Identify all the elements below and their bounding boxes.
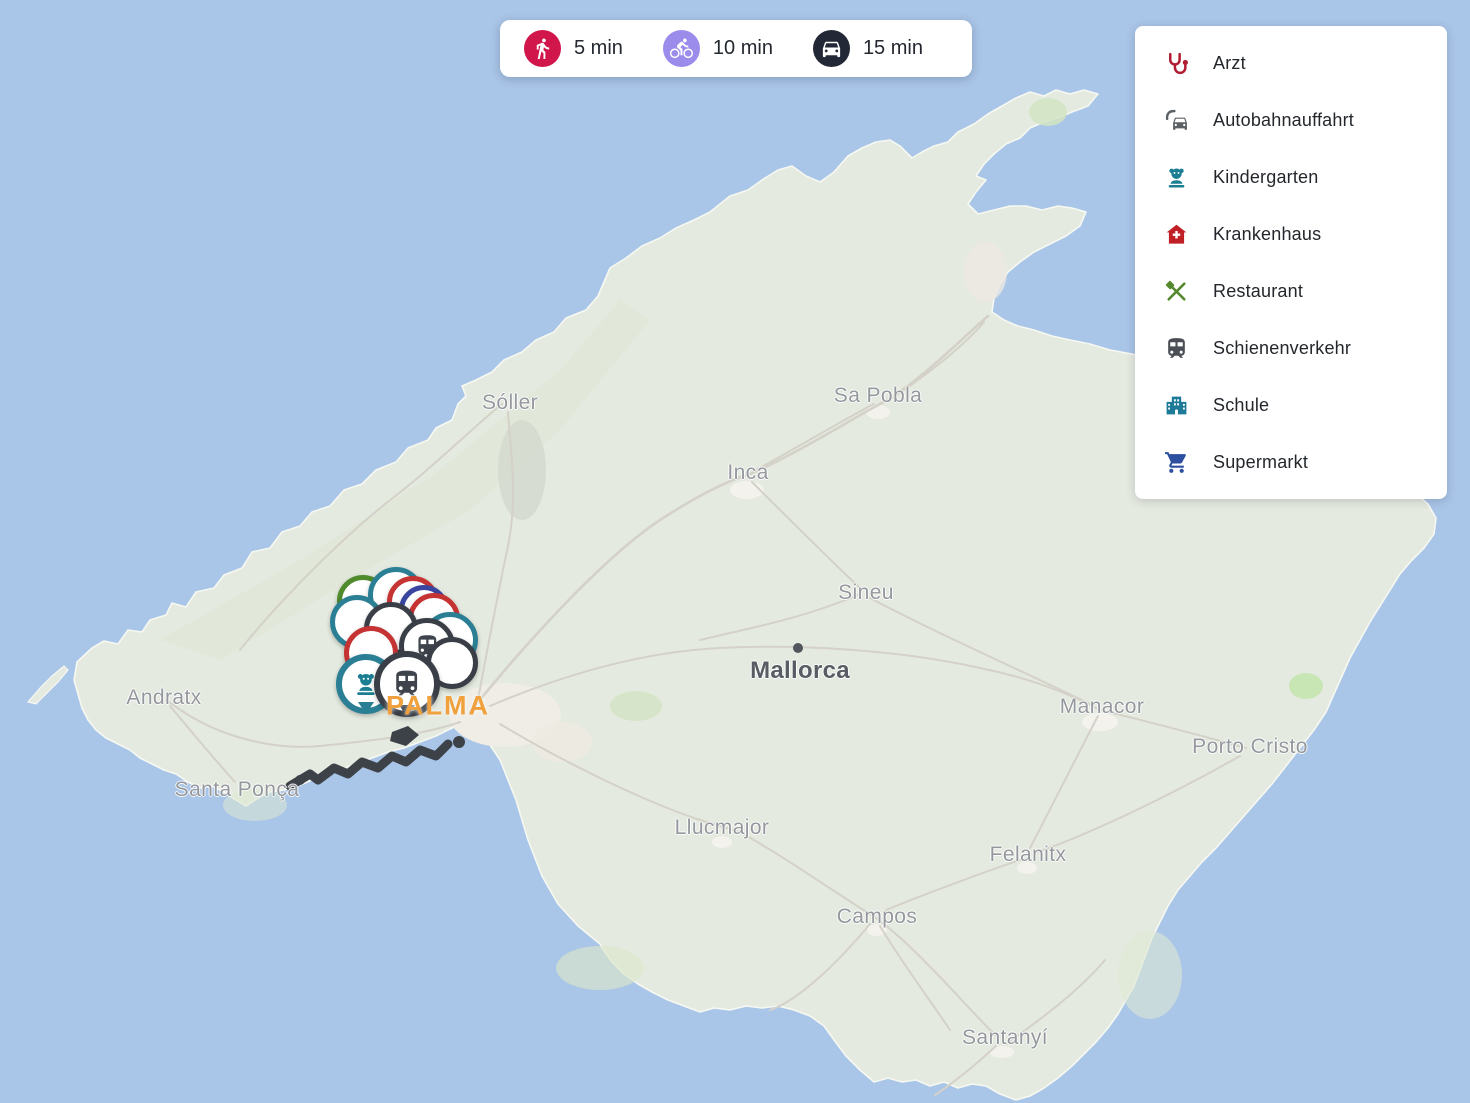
- legend-label: Schienenverkehr: [1213, 338, 1351, 359]
- teddy-bear-icon: [1163, 164, 1189, 190]
- cart-icon: [1163, 449, 1189, 475]
- legend-label: Autobahnauffahrt: [1213, 110, 1354, 131]
- legend-item-schienenverkehr[interactable]: Schienenverkehr: [1163, 335, 1419, 361]
- map-marker-train[interactable]: [374, 651, 440, 717]
- legend-item-autobahnauffahrt[interactable]: Autobahnauffahrt: [1163, 107, 1419, 133]
- restaurant-icon: [1163, 278, 1189, 304]
- travel-time-toolbar: 5 min 10 min 15 min: [500, 20, 972, 77]
- car-time-chip[interactable]: 15 min: [813, 30, 923, 67]
- hospital-icon: [1163, 221, 1189, 247]
- car-time-label: 15 min: [863, 37, 923, 60]
- legend-label: Schule: [1213, 395, 1269, 416]
- legend-label: Krankenhaus: [1213, 224, 1321, 245]
- bike-time-chip[interactable]: 10 min: [663, 30, 773, 67]
- legend-item-kindergarten[interactable]: Kindergarten: [1163, 164, 1419, 190]
- legend-item-arzt[interactable]: Arzt: [1163, 50, 1419, 76]
- school-icon: [1163, 392, 1189, 418]
- legend-item-krankenhaus[interactable]: Krankenhaus: [1163, 221, 1419, 247]
- map-application: Sóller Sa Pobla Inca Sineu Mallorca Andr…: [0, 0, 1470, 1103]
- walk-time-chip[interactable]: 5 min: [524, 30, 623, 67]
- walking-icon: [524, 30, 561, 67]
- poi-legend-panel: Arzt Autobahnauffahrt Kindergarten Krank…: [1135, 26, 1447, 499]
- train-icon: [1163, 335, 1189, 361]
- motorway-ramp-icon: [1163, 107, 1189, 133]
- bike-time-label: 10 min: [713, 37, 773, 60]
- stethoscope-icon: [1163, 50, 1189, 76]
- cycling-icon: [663, 30, 700, 67]
- walk-time-label: 5 min: [574, 37, 623, 60]
- legend-label: Supermarkt: [1213, 452, 1308, 473]
- legend-item-restaurant[interactable]: Restaurant: [1163, 278, 1419, 304]
- legend-item-schule[interactable]: Schule: [1163, 392, 1419, 418]
- legend-label: Arzt: [1213, 53, 1246, 74]
- legend-label: Restaurant: [1213, 281, 1303, 302]
- legend-label: Kindergarten: [1213, 167, 1318, 188]
- legend-item-supermarkt[interactable]: Supermarkt: [1163, 449, 1419, 475]
- car-icon: [813, 30, 850, 67]
